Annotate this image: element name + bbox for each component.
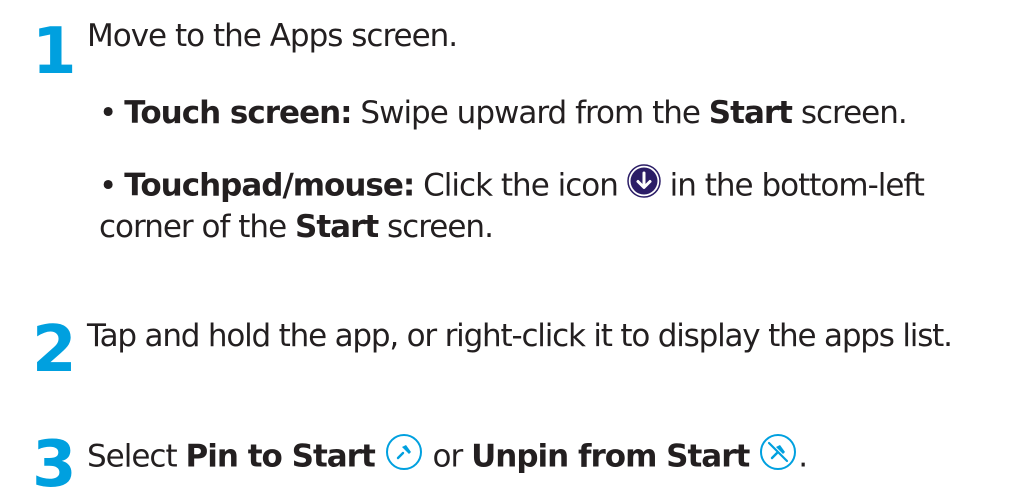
step-2-number: 2 bbox=[32, 313, 77, 387]
step-1-bullet-2-cont: corner of the Start screen. bbox=[99, 209, 494, 245]
down-arrow-circle-icon bbox=[627, 164, 661, 204]
bullet-text-end: in the bottom-left bbox=[660, 167, 925, 204]
step-2-text: Tap and hold the app, or right-click it … bbox=[87, 318, 953, 354]
step-1-bullet-2: • Touchpad/mouse: Click the icon in the b… bbox=[99, 164, 925, 207]
pin-to-start-label: Pin to Start bbox=[185, 438, 376, 475]
step-3-text: Select Pin to Start or Unpin from Start … bbox=[87, 432, 808, 481]
bullet-text: Swipe upward from the bbox=[351, 95, 709, 131]
continuation-text: corner of the bbox=[99, 209, 295, 245]
step-3-period: . bbox=[798, 438, 808, 475]
pin-icon bbox=[384, 432, 424, 478]
bullet-marker: • bbox=[99, 167, 117, 204]
step-1-number: 1 bbox=[32, 15, 77, 89]
step-3-select: Select bbox=[87, 438, 186, 475]
unpin-icon bbox=[758, 432, 798, 478]
step-3-number: 3 bbox=[32, 428, 77, 502]
bullet-marker: • bbox=[99, 95, 117, 131]
bullet-label-touchpad-mouse: Touchpad/mouse: bbox=[124, 167, 415, 204]
start-word: Start bbox=[708, 95, 793, 131]
bullet-label-touch-screen: Touch screen: bbox=[124, 95, 352, 131]
bullet-text: Click the icon bbox=[414, 167, 627, 204]
step-1-bullet-1: • Touch screen: Swipe upward from the Sta… bbox=[99, 95, 908, 131]
step-1-text: Move to the Apps screen. bbox=[87, 18, 458, 54]
continuation-text-end: screen. bbox=[378, 209, 494, 245]
start-word: Start bbox=[295, 209, 379, 245]
step-3-or: or bbox=[423, 438, 472, 475]
bullet-text-end: screen. bbox=[791, 95, 908, 131]
unpin-from-start-label: Unpin from Start bbox=[471, 438, 750, 475]
